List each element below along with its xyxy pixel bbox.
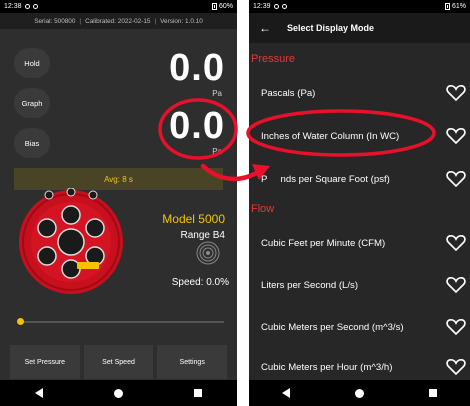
- averaging-bar[interactable]: Avg: 8 s: [14, 168, 223, 190]
- right-phone: 12:39 61% ← Select Display Mode Pressure…: [249, 0, 470, 406]
- heart-icon[interactable]: [446, 317, 466, 336]
- reading-1-value: 0.0: [169, 47, 225, 89]
- reading-2-value: 0.0: [169, 105, 225, 147]
- section-pressure: Pressure: [251, 53, 296, 65]
- bottom-button-row: Set Pressure Set Speed Settings: [0, 345, 237, 379]
- right-nav-bar: [249, 380, 470, 406]
- bias-button[interactable]: Bias: [14, 128, 50, 158]
- notification-icon: [32, 4, 38, 9]
- calibrated-text: Calibrated: 2022-02-15: [85, 17, 151, 25]
- speed-readout: Speed: 0.0%: [171, 277, 229, 288]
- notification-icon: [281, 4, 287, 9]
- version-text: Version: 1.0.10: [160, 17, 203, 25]
- notification-icon: [273, 4, 279, 9]
- back-arrow-icon[interactable]: ←: [259, 21, 271, 35]
- reading-1-unit: Pa: [212, 89, 222, 98]
- status-battery: 61%: [451, 3, 466, 10]
- nav-home-icon[interactable]: [113, 388, 123, 398]
- option-psf[interactable]: P nds per Square Foot (psf): [249, 161, 470, 197]
- settings-button[interactable]: Settings: [157, 345, 228, 379]
- heart-icon[interactable]: [446, 169, 466, 188]
- section-flow: Flow: [251, 203, 275, 215]
- nav-recent-icon[interactable]: [429, 389, 438, 397]
- option-pascals[interactable]: Pascals (Pa): [249, 75, 470, 111]
- status-time: 12:38: [4, 3, 22, 10]
- heart-icon[interactable]: [446, 233, 466, 252]
- option-cfm[interactable]: Cubic Feet per Minute (CFM): [249, 225, 470, 261]
- device-info-line: Serial: 500800 | Calibrated: 2022-02-15 …: [0, 13, 237, 29]
- option-liters-per-second[interactable]: Liters per Second (L/s): [249, 267, 470, 303]
- nav-home-icon[interactable]: [354, 388, 364, 398]
- reading-2-unit: Pa: [212, 147, 222, 156]
- nav-recent-icon[interactable]: [193, 389, 202, 397]
- speed-slider-thumb[interactable]: [17, 318, 24, 325]
- fan-icon[interactable]: [196, 241, 220, 265]
- page-title: Select Display Mode: [287, 23, 375, 33]
- option-inches-water-column[interactable]: Inches of Water Column (In WC): [249, 118, 470, 154]
- heart-icon[interactable]: [446, 83, 466, 102]
- meter-screen: Serial: 500800 | Calibrated: 2022-02-15 …: [0, 13, 237, 380]
- serial-text: Serial: 500800: [34, 17, 76, 25]
- option-cubic-meters-per-second[interactable]: Cubic Meters per Second (m^3/s): [249, 309, 470, 345]
- nav-back-icon[interactable]: [35, 388, 44, 398]
- left-status-bar: 12:38 60%: [0, 0, 237, 13]
- heart-icon[interactable]: [446, 357, 466, 376]
- status-battery: 60%: [218, 3, 233, 10]
- heart-icon[interactable]: [446, 126, 466, 145]
- left-phone: 12:38 60% Serial: 500800 | Calibrated: 2…: [0, 0, 237, 406]
- graph-button[interactable]: Graph: [14, 88, 50, 118]
- right-status-bar: 12:39 61%: [249, 0, 470, 13]
- display-mode-screen: ← Select Display Mode Pressure Pascals (…: [249, 13, 470, 380]
- heart-icon[interactable]: [446, 275, 466, 294]
- fan-device-image: [19, 188, 123, 294]
- model-title: Model 5000: [162, 212, 225, 226]
- range-label: Range B4: [180, 230, 225, 241]
- battery-icon: [211, 3, 217, 10]
- battery-icon: [444, 3, 450, 10]
- nav-back-icon[interactable]: [281, 388, 290, 398]
- speed-slider-track[interactable]: [18, 321, 224, 323]
- status-time: 12:39: [253, 3, 271, 10]
- app-bar: ← Select Display Mode: [249, 13, 470, 43]
- set-pressure-button[interactable]: Set Pressure: [10, 345, 80, 379]
- left-nav-bar: [0, 380, 237, 406]
- hold-button[interactable]: Hold: [14, 48, 50, 78]
- set-speed-button[interactable]: Set Speed: [83, 345, 154, 379]
- notification-icon: [24, 4, 30, 9]
